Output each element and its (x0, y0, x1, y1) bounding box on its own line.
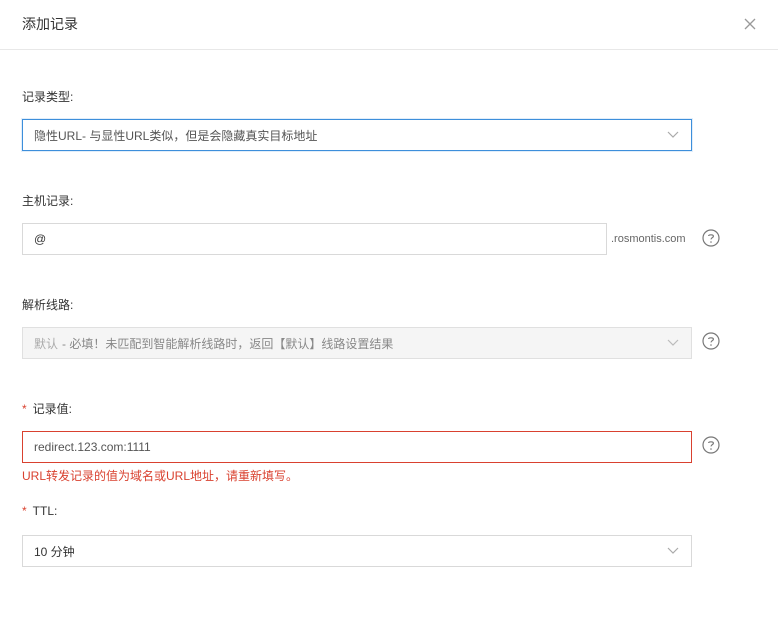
record-value-label-text: 记录值: (32, 402, 73, 416)
chevron-down-icon (667, 544, 679, 556)
record-type-value: 隐性URL- 与显性URL类似，但是会隐藏真实目标地址 (34, 128, 318, 143)
line-value: - 必填！未匹配到智能解析线路时，返回【默认】线路设置结果 (62, 336, 394, 351)
help-circle-icon[interactable] (702, 332, 720, 350)
host-label: 主机记录: (22, 194, 74, 208)
record-type-select[interactable]: 隐性URL- 与显性URL类似，但是会隐藏真实目标地址 (22, 119, 692, 151)
line-default-prefix: 默认 (34, 336, 59, 351)
help-circle-icon[interactable] (702, 229, 720, 247)
record-value-label: * 记录值: (22, 400, 72, 417)
record-value-input[interactable]: redirect.123.com:1111 (22, 431, 692, 463)
domain-suffix: .rosmontis.com (611, 233, 686, 245)
required-mark: * (22, 402, 27, 416)
ttl-select[interactable]: 10 分钟 (22, 535, 692, 567)
dialog-title: 添加记录 (22, 16, 78, 32)
ttl-value: 10 分钟 (34, 544, 75, 559)
record-value-error: URL转发记录的值为域名或URL地址，请重新填写。 (22, 469, 299, 483)
ttl-label: * TTL: (22, 504, 57, 518)
host-value: @ (34, 232, 47, 246)
line-select[interactable]: 默认 - 必填！未匹配到智能解析线路时，返回【默认】线路设置结果 (22, 327, 692, 359)
required-mark: * (22, 504, 27, 518)
chevron-down-icon (667, 128, 679, 140)
record-value-text: redirect.123.com:1111 (34, 440, 151, 454)
help-circle-icon[interactable] (702, 436, 720, 454)
close-icon[interactable] (740, 14, 760, 34)
ttl-label-text: TTL: (32, 504, 58, 518)
line-label: 解析线路: (22, 298, 74, 312)
dialog-header: 添加记录 (0, 0, 778, 50)
record-type-label: 记录类型: (22, 90, 74, 104)
chevron-down-icon (667, 336, 679, 348)
host-input[interactable]: @ (22, 223, 607, 255)
